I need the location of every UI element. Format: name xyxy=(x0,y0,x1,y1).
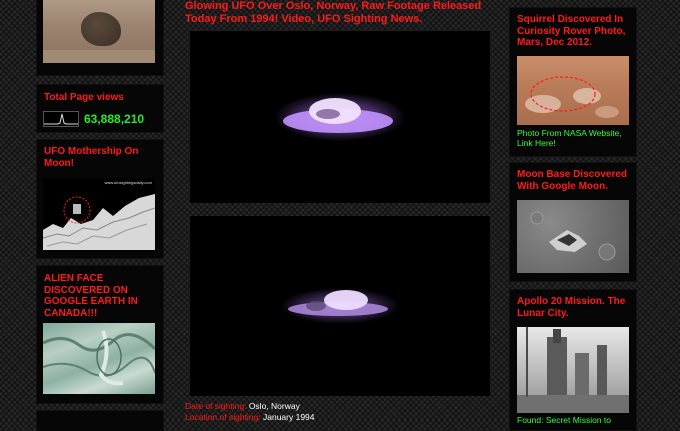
rock-photo[interactable] xyxy=(43,0,155,63)
post-title[interactable]: Glowing UFO Over Oslo, Norway, Raw Foota… xyxy=(185,0,495,25)
moon-base-widget: Moon Base Discovered With Google Moon. xyxy=(510,163,636,281)
next-widget xyxy=(37,411,163,431)
apollo-photo[interactable] xyxy=(517,327,629,413)
ufo-video-frame-2[interactable] xyxy=(190,216,490,396)
alien-face-photo[interactable] xyxy=(43,323,155,394)
sighting-date-line: Date of sighting: Oslo, Norway xyxy=(185,401,300,412)
sighting-date-label: Date of sighting: xyxy=(185,401,247,411)
apollo-link[interactable]: Found: Secret Mission to xyxy=(517,415,629,425)
alien-face-title[interactable]: ALIEN FACE DISCOVERED ON GOOGLE EARTH IN… xyxy=(44,273,139,319)
sighting-date-value: Oslo, Norway xyxy=(248,401,300,411)
moon-base-photo[interactable] xyxy=(517,200,629,273)
rock-shape xyxy=(81,12,121,46)
mothership-widget: UFO Mothership On Moon! www.ufosightings… xyxy=(37,140,163,258)
sparkline-icon xyxy=(43,111,79,127)
page-views-title: Total Page views xyxy=(44,92,124,103)
sighting-location-label: Location of sighting: xyxy=(185,412,261,422)
squirrel-photo[interactable] xyxy=(517,56,629,125)
sighting-location-value: January 1994 xyxy=(262,412,315,422)
apollo-title[interactable]: Apollo 20 Mission. The Lunar City. xyxy=(517,296,629,319)
moon-base-title[interactable]: Moon Base Discovered With Google Moon. xyxy=(517,169,629,192)
page-views-count: 63,888,210 xyxy=(84,112,145,126)
site-watermark: www.ufosightingsdaily.com xyxy=(104,180,152,185)
sighting-location-line: Location of sighting: January 1994 xyxy=(185,412,315,423)
mothership-title[interactable]: UFO Mothership On Moon! xyxy=(44,146,144,169)
mothership-photo[interactable]: www.ufosightingsdaily.com xyxy=(43,178,155,250)
alien-face-widget: ALIEN FACE DISCOVERED ON GOOGLE EARTH IN… xyxy=(37,266,163,403)
page-views-widget: Total Page views 63,888,210 xyxy=(37,85,163,132)
squirrel-title[interactable]: Squirrel Discovered In Curiosity Rover P… xyxy=(517,14,629,49)
squirrel-widget: Squirrel Discovered In Curiosity Rover P… xyxy=(510,8,636,156)
rock-thumbnail-widget xyxy=(37,0,163,75)
nasa-photo-link[interactable]: Photo From NASA Website, Link Here! xyxy=(517,128,629,148)
apollo-widget: Apollo 20 Mission. The Lunar City. Found… xyxy=(510,290,636,430)
ufo-video-frame-1[interactable] xyxy=(190,31,490,203)
